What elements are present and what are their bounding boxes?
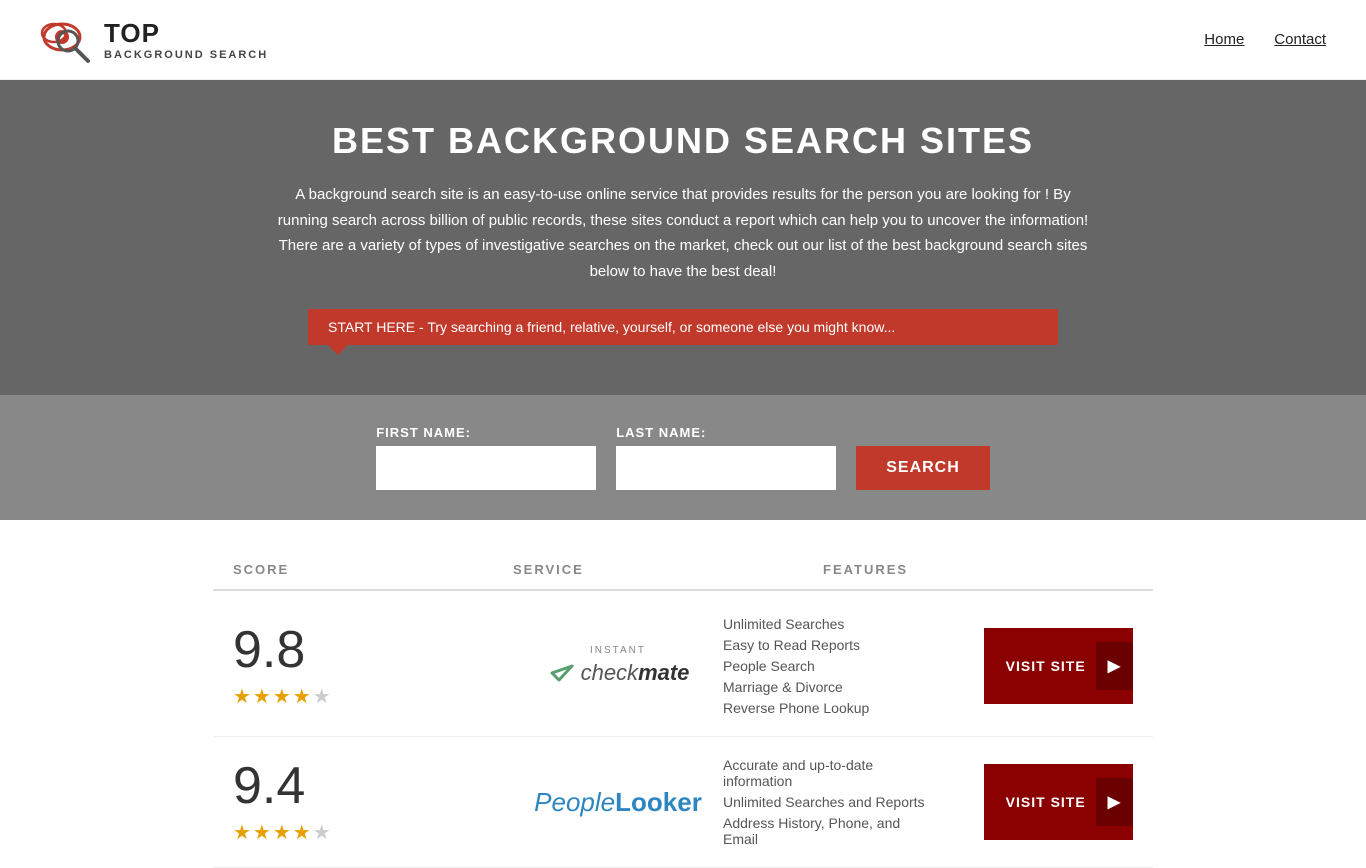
main-nav: Home Contact <box>1204 31 1326 48</box>
logo-sub-text: BACKGROUND SEARCH <box>104 49 268 61</box>
score-number-2: 9.4 <box>233 760 305 812</box>
first-name-input[interactable] <box>376 446 596 490</box>
table-header: SCORE SERVICE FEATURES <box>213 550 1153 591</box>
hero-description: A background search site is an easy-to-u… <box>273 182 1093 284</box>
checkmate-wordmark: checkmate <box>547 658 690 688</box>
feature-item: Reverse Phone Lookup <box>723 700 933 716</box>
logo: TOP BACKGROUND SEARCH <box>40 15 268 65</box>
feature-item: Address History, Phone, and Email <box>723 815 933 847</box>
feature-item: Marriage & Divorce <box>723 679 933 695</box>
stars-1: ★★★★★ <box>233 684 333 709</box>
last-name-group: LAST NAME: <box>616 425 836 490</box>
first-name-label: FIRST NAME: <box>376 425 596 440</box>
service-header: SERVICE <box>513 562 823 577</box>
logo-icon <box>40 15 100 65</box>
peoplelooker-logo: People Looker <box>534 787 702 818</box>
table-row: 9.8 ★★★★★ INSTANT checkmate Unlimited Se… <box>213 596 1153 737</box>
features-col-1: Unlimited Searches Easy to Read Reports … <box>723 616 933 716</box>
logo-text: TOP BACKGROUND SEARCH <box>104 18 268 61</box>
callout-bar: START HERE - Try searching a friend, rel… <box>308 309 1058 345</box>
site-header: TOP BACKGROUND SEARCH Home Contact <box>0 0 1366 80</box>
logo-top-text: TOP <box>104 18 268 49</box>
looker-text: Looker <box>615 787 702 818</box>
search-button[interactable]: SEARCH <box>856 446 990 490</box>
results-table: SCORE SERVICE FEATURES 9.8 ★★★★★ INSTANT… <box>193 550 1173 868</box>
features-col-2: Accurate and up-to-date information Unli… <box>723 757 933 847</box>
features-header: FEATURES <box>823 562 1133 577</box>
service-col-1: INSTANT checkmate <box>513 645 723 688</box>
people-text: People <box>534 787 615 818</box>
callout-text: START HERE - Try searching a friend, rel… <box>328 319 895 335</box>
search-area: FIRST NAME: LAST NAME: SEARCH <box>0 395 1366 520</box>
checkmate-text: checkmate <box>581 660 690 686</box>
checkmate-logo: INSTANT checkmate <box>547 645 690 688</box>
instant-label: INSTANT <box>590 645 646 656</box>
score-header: SCORE <box>233 562 513 577</box>
visit-site-button-1[interactable]: VISIT SITE ▶ <box>984 628 1133 704</box>
score-col-1: 9.8 ★★★★★ <box>233 624 513 709</box>
visit-col-2: VISIT SITE ▶ <box>933 764 1133 840</box>
feature-item: Unlimited Searches and Reports <box>723 794 933 810</box>
feature-item: People Search <box>723 658 933 674</box>
stars-2: ★★★★★ <box>233 820 333 845</box>
score-number-1: 9.8 <box>233 624 305 676</box>
feature-item: Unlimited Searches <box>723 616 933 632</box>
last-name-input[interactable] <box>616 446 836 490</box>
page-title: BEST BACKGROUND SEARCH SITES <box>20 120 1346 162</box>
service-col-2: People Looker <box>513 787 723 818</box>
visit-arrow-icon: ▶ <box>1096 778 1133 826</box>
nav-home[interactable]: Home <box>1204 31 1244 48</box>
visit-site-button-2[interactable]: VISIT SITE ▶ <box>984 764 1133 840</box>
first-name-group: FIRST NAME: <box>376 425 596 490</box>
hero-section: BEST BACKGROUND SEARCH SITES A backgroun… <box>0 80 1366 395</box>
search-form: FIRST NAME: LAST NAME: SEARCH <box>20 425 1346 490</box>
visit-col-1: VISIT SITE ▶ <box>933 628 1133 704</box>
checkmate-icon <box>547 658 577 688</box>
score-col-2: 9.4 ★★★★★ <box>233 760 513 845</box>
feature-item: Accurate and up-to-date information <box>723 757 933 789</box>
nav-contact[interactable]: Contact <box>1274 31 1326 48</box>
table-row: 9.4 ★★★★★ People Looker Accurate and up-… <box>213 737 1153 868</box>
feature-item: Easy to Read Reports <box>723 637 933 653</box>
visit-arrow-icon: ▶ <box>1096 642 1133 690</box>
last-name-label: LAST NAME: <box>616 425 836 440</box>
